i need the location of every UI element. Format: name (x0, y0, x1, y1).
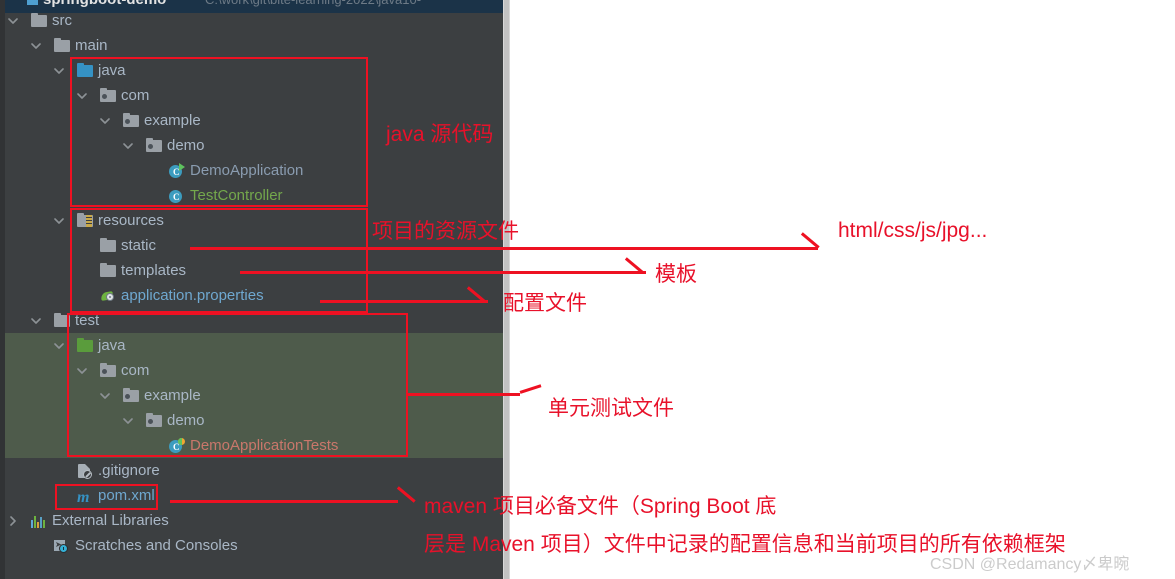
leader-line-templates (240, 271, 646, 274)
tree-row-label: Scratches and Consoles (75, 537, 238, 554)
annotation-label-templates: 模板 (655, 263, 697, 286)
screenshot-root: springboot-demo C:\work\git\bite-learnin… (0, 0, 1175, 579)
leader-arrow-unit-test (519, 384, 542, 394)
project-path: C:\work\git\bite-learning-2022\java10- (205, 0, 421, 7)
leader-line-static (190, 247, 818, 250)
annotation-label-java-source: java 源代码 (386, 123, 494, 146)
chevron-down-icon[interactable] (31, 308, 42, 333)
tree-row-label: .gitignore (98, 462, 160, 479)
annotation-label-config: 配置文件 (503, 292, 587, 315)
tree-row-label: main (75, 37, 108, 54)
tree-row-label: External Libraries (52, 512, 169, 529)
annotation-label-maven-line1: maven 项目必备文件（Spring Boot 底 (424, 495, 777, 518)
annotation-box-pom (55, 484, 158, 510)
project-title-row[interactable]: springboot-demo C:\work\git\bite-learnin… (5, 0, 503, 13)
annotation-label-resources: 项目的资源文件 (372, 220, 519, 243)
watermark: CSDN @Redamancy〆卑晼 (930, 556, 1130, 573)
leader-line-pom (170, 500, 398, 503)
chevron-right-icon[interactable] (8, 508, 19, 533)
annotation-label-static: html/css/js/jpg... (838, 219, 988, 242)
libraries-icon (31, 513, 47, 528)
annotation-box-java-source (70, 57, 368, 207)
chevron-down-icon[interactable] (8, 8, 19, 33)
annotation-box-test (67, 313, 408, 457)
chevron-down-icon[interactable] (31, 33, 42, 58)
chevron-down-icon[interactable] (54, 208, 65, 233)
panel-gutter (0, 0, 5, 579)
annotation-label-unit-test: 单元测试文件 (548, 397, 674, 420)
chevron-down-icon[interactable] (54, 333, 65, 358)
folder-grey-icon (31, 13, 47, 28)
chevron-down-icon[interactable] (54, 58, 65, 83)
leader-line-config (320, 300, 488, 303)
gitignore-icon (77, 463, 93, 479)
scratches-icon: ➤ (54, 538, 70, 553)
leader-arrow-static (801, 232, 820, 249)
leader-line-unit-test (408, 393, 520, 396)
folder-grey-icon (54, 38, 70, 53)
annotation-box-resources (70, 208, 368, 313)
project-name: springboot-demo (43, 0, 166, 8)
project-icon (27, 0, 38, 5)
tree-row-label: src (52, 12, 72, 29)
